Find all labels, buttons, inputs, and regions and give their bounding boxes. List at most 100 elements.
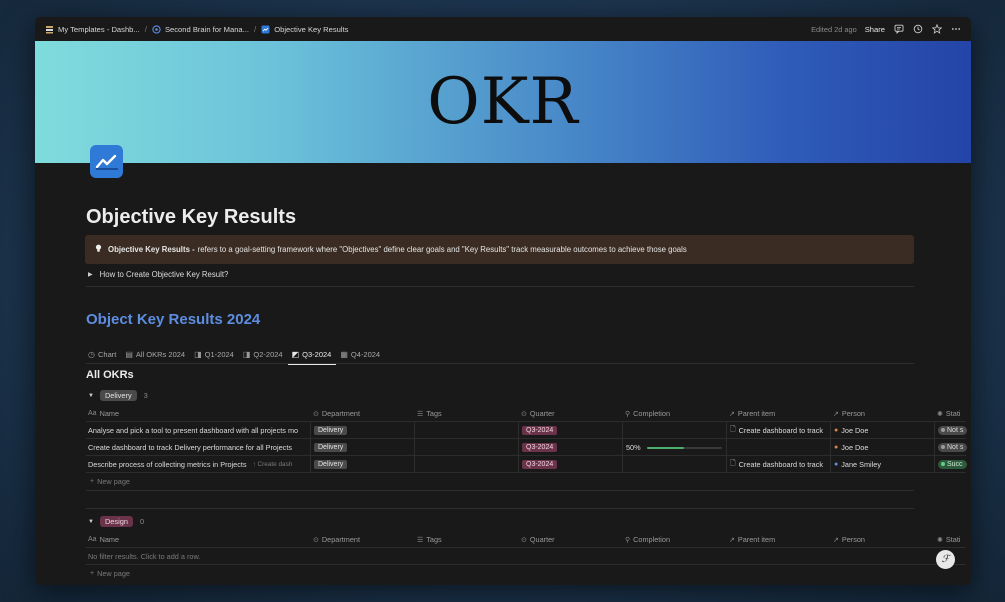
toggle-how-to[interactable]: ▶ How to Create Objective Key Result?: [88, 270, 228, 279]
group-count: 0: [139, 517, 145, 526]
column-header-department[interactable]: ⊙ Department: [311, 531, 413, 548]
row-status[interactable]: Not s: [934, 422, 970, 439]
column-header-completion[interactable]: ⚲ Completion: [623, 405, 725, 422]
share-button[interactable]: Share: [865, 25, 885, 34]
tab-q4[interactable]: ▦ Q4-2024: [340, 346, 380, 362]
callout-text: refers to a goal-setting framework where…: [197, 245, 687, 254]
row-department[interactable]: Delivery: [310, 456, 414, 473]
empty-results-row[interactable]: No filter results. Click to add a row.: [86, 548, 966, 565]
board-icon: ◨: [194, 349, 202, 359]
status-prop-icon: ✺: [937, 410, 943, 418]
list-prop-icon: ☰: [417, 410, 424, 418]
page-icon: 🗋: [730, 426, 736, 433]
plus-icon: +: [90, 570, 95, 577]
row-name[interactable]: Describe process of collecting metrics i…: [86, 456, 308, 473]
column-header-name[interactable]: Aa Name: [86, 531, 308, 548]
row-quarter[interactable]: Q3-2024: [518, 422, 622, 439]
row-status[interactable]: Succ: [934, 456, 970, 473]
toggle-arrow-icon[interactable]: ▶: [88, 271, 93, 278]
row-parent[interactable]: 🗋 Create dashboard to track: [726, 456, 830, 473]
new-page-button[interactable]: + New page: [88, 473, 288, 490]
table-row[interactable]: Describe process of collecting metrics i…: [86, 456, 967, 473]
brain-icon: [152, 24, 161, 34]
row-tags[interactable]: [414, 422, 518, 439]
department-tag: Delivery: [314, 426, 348, 435]
tab-chart[interactable]: ◷ Chart: [88, 346, 116, 362]
history-icon[interactable]: [912, 24, 923, 35]
column-header-person[interactable]: ↗ Person: [831, 405, 933, 422]
database-title[interactable]: Object Key Results 2024: [86, 311, 260, 328]
row-tags[interactable]: [414, 439, 518, 456]
column-header-parent[interactable]: ↗ Parent item: [727, 531, 829, 548]
top-actions: Edited 2d ago Share: [811, 24, 961, 35]
row-completion[interactable]: [622, 456, 726, 473]
row-quarter[interactable]: Q3-2024: [518, 439, 622, 456]
star-icon[interactable]: [931, 24, 942, 35]
text-prop-icon: Aa: [88, 410, 97, 417]
column-header-status[interactable]: ✺ Stati: [935, 405, 971, 422]
tab-all-okrs[interactable]: ▤ All OKRs 2024: [125, 346, 185, 362]
row-name[interactable]: Create dashboard to track Delivery perfo…: [86, 439, 308, 456]
new-page-button[interactable]: + New page: [88, 565, 288, 582]
view-title[interactable]: All OKRs: [86, 369, 134, 381]
page-title[interactable]: Objective Key Results: [86, 206, 296, 229]
column-header-quarter[interactable]: ⊙ Quarter: [519, 405, 621, 422]
group-header-design[interactable]: ▼ Design 0: [88, 516, 144, 527]
callout-block[interactable]: Objective Key Results - refers to a goal…: [85, 235, 914, 264]
department-tag: Delivery: [314, 460, 348, 469]
column-header-tags[interactable]: ☰ Tags: [415, 405, 517, 422]
row-completion[interactable]: 50%: [622, 439, 726, 456]
row-status[interactable]: Not s: [934, 439, 970, 456]
search-prop-icon: ⚲: [625, 536, 631, 544]
row-parent[interactable]: [726, 439, 830, 456]
row-department[interactable]: Delivery: [310, 422, 414, 439]
cover-image[interactable]: OKR: [35, 41, 971, 163]
column-header-department[interactable]: ⊙ Department: [311, 405, 413, 422]
empty-results-text[interactable]: No filter results. Click to add a row.: [86, 548, 386, 565]
divider: [86, 508, 914, 509]
progress-bar: [646, 446, 722, 449]
top-bar: My Templates - Dashb... / Second Brain f…: [35, 17, 971, 41]
row-department[interactable]: Delivery: [310, 439, 414, 456]
status-prop-icon: ✺: [937, 536, 943, 544]
column-header-tags[interactable]: ☰ Tags: [415, 531, 517, 548]
row-person[interactable]: ● Jane Smiley: [830, 456, 934, 473]
column-header-completion[interactable]: ⚲ Completion: [623, 531, 725, 548]
collapse-arrow-icon[interactable]: ▼: [88, 519, 94, 525]
group-header-delivery[interactable]: ▼ Delivery 3: [88, 390, 148, 401]
new-page-row[interactable]: + New page: [86, 473, 966, 490]
new-page-row[interactable]: + New page: [86, 565, 966, 582]
breadcrumb-item-current[interactable]: Objective Key Results: [274, 25, 348, 34]
collapse-arrow-icon[interactable]: ▼: [88, 393, 94, 399]
tab-q2[interactable]: ◨ Q2-2024: [243, 346, 283, 362]
comment-icon[interactable]: [893, 24, 904, 35]
row-completion[interactable]: [622, 422, 726, 439]
help-button[interactable]: ℱ: [936, 550, 955, 569]
table-header: Aa Name ⊙ Department ☰ Tags ⊙ Quarter ⚲ Compl…: [86, 531, 966, 548]
page-icon[interactable]: [90, 145, 123, 178]
breadcrumb-item-second-brain[interactable]: Second Brain for Mana...: [165, 25, 249, 34]
tab-q1[interactable]: ◨ Q1-2024: [194, 346, 234, 362]
quarter-tag: Q3-2024: [522, 426, 558, 435]
column-header-parent[interactable]: ↗ Parent item: [727, 405, 829, 422]
row-parent[interactable]: 🗋 Create dashboard to track: [726, 422, 830, 439]
column-header-status[interactable]: ✺ Stati: [935, 531, 971, 548]
table-row[interactable]: Create dashboard to track Delivery perfo…: [86, 439, 968, 456]
column-header-name[interactable]: Aa Name: [86, 405, 308, 422]
column-header-quarter[interactable]: ⊙ Quarter: [519, 531, 621, 548]
select-prop-icon: ⊙: [521, 536, 527, 544]
select-prop-icon: ⊙: [313, 536, 319, 544]
row-person[interactable]: ● Joe Doe: [830, 439, 934, 456]
board-icon: ◨: [242, 349, 251, 359]
row-quarter[interactable]: Q3-2024: [518, 456, 622, 473]
tab-q3[interactable]: ◩ Q3-2024: [287, 346, 337, 365]
status-badge: Not s: [938, 426, 968, 435]
row-tags[interactable]: [414, 456, 518, 473]
table-row[interactable]: Analyse and pick a tool to present dashb…: [86, 422, 968, 439]
search-prop-icon: ⚲: [625, 410, 631, 418]
breadcrumb-item-templates[interactable]: My Templates - Dashb...: [58, 25, 140, 34]
column-header-person[interactable]: ↗ Person: [831, 531, 933, 548]
more-options-icon[interactable]: [950, 24, 961, 35]
row-person[interactable]: ● Joe Doe: [830, 422, 934, 439]
row-name[interactable]: Analyse and pick a tool to present dashb…: [86, 422, 308, 439]
